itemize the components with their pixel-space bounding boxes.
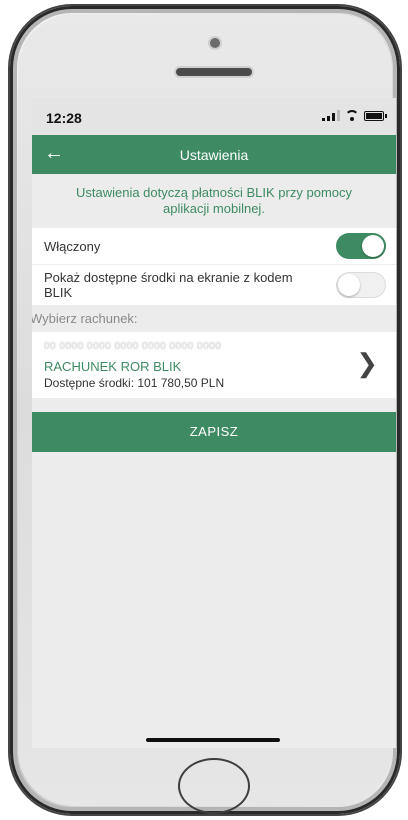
show-funds-label: Pokaż dostępne środki na ekranie z kodem…: [44, 270, 293, 300]
account-section-label: Wybierz rachunek:: [32, 311, 138, 326]
status-bar: 12:28: [32, 98, 396, 135]
enabled-label: Włączony: [44, 239, 101, 254]
account-number: 00 0000 0000 0000 0000 0000 0000: [44, 341, 222, 352]
status-time: 12:28: [46, 110, 82, 126]
toggle-knob: [362, 235, 384, 257]
home-indicator: [146, 738, 280, 742]
account-card[interactable]: 00 0000 0000 0000 0000 0000 0000 RACHUNE…: [32, 332, 396, 398]
show-funds-row: Pokaż dostępne środki na ekranie z kodem…: [32, 265, 396, 305]
phone-frame: 12:28 ← Ustawienia Ustawienia dotyczą pł…: [10, 6, 400, 814]
wifi-icon: [345, 110, 359, 121]
camera-icon: [210, 38, 220, 48]
toggle-knob: [338, 274, 360, 296]
battery-icon: [364, 111, 387, 121]
show-funds-toggle[interactable]: [336, 272, 386, 298]
speaker-grille: [176, 68, 252, 76]
signal-icon: [322, 110, 340, 121]
chevron-right-icon[interactable]: ❯: [356, 350, 378, 376]
status-icons: [322, 110, 387, 121]
save-button[interactable]: ZAPISZ: [32, 412, 396, 452]
home-button[interactable]: [178, 758, 250, 814]
enabled-row: Włączony: [32, 228, 396, 264]
page-title: Ustawienia: [179, 147, 249, 163]
screen: 12:28 ← Ustawienia Ustawienia dotyczą pł…: [32, 98, 396, 748]
available-funds: Dostępne środki: 101 780,50 PLN: [44, 376, 225, 390]
app-header: ← Ustawienia: [32, 135, 396, 174]
account-name: RACHUNEK ROR BLIK: [44, 359, 182, 374]
enabled-toggle[interactable]: [336, 233, 386, 259]
info-text: Ustawienia dotyczą płatności BLIK przy p…: [75, 185, 352, 216]
